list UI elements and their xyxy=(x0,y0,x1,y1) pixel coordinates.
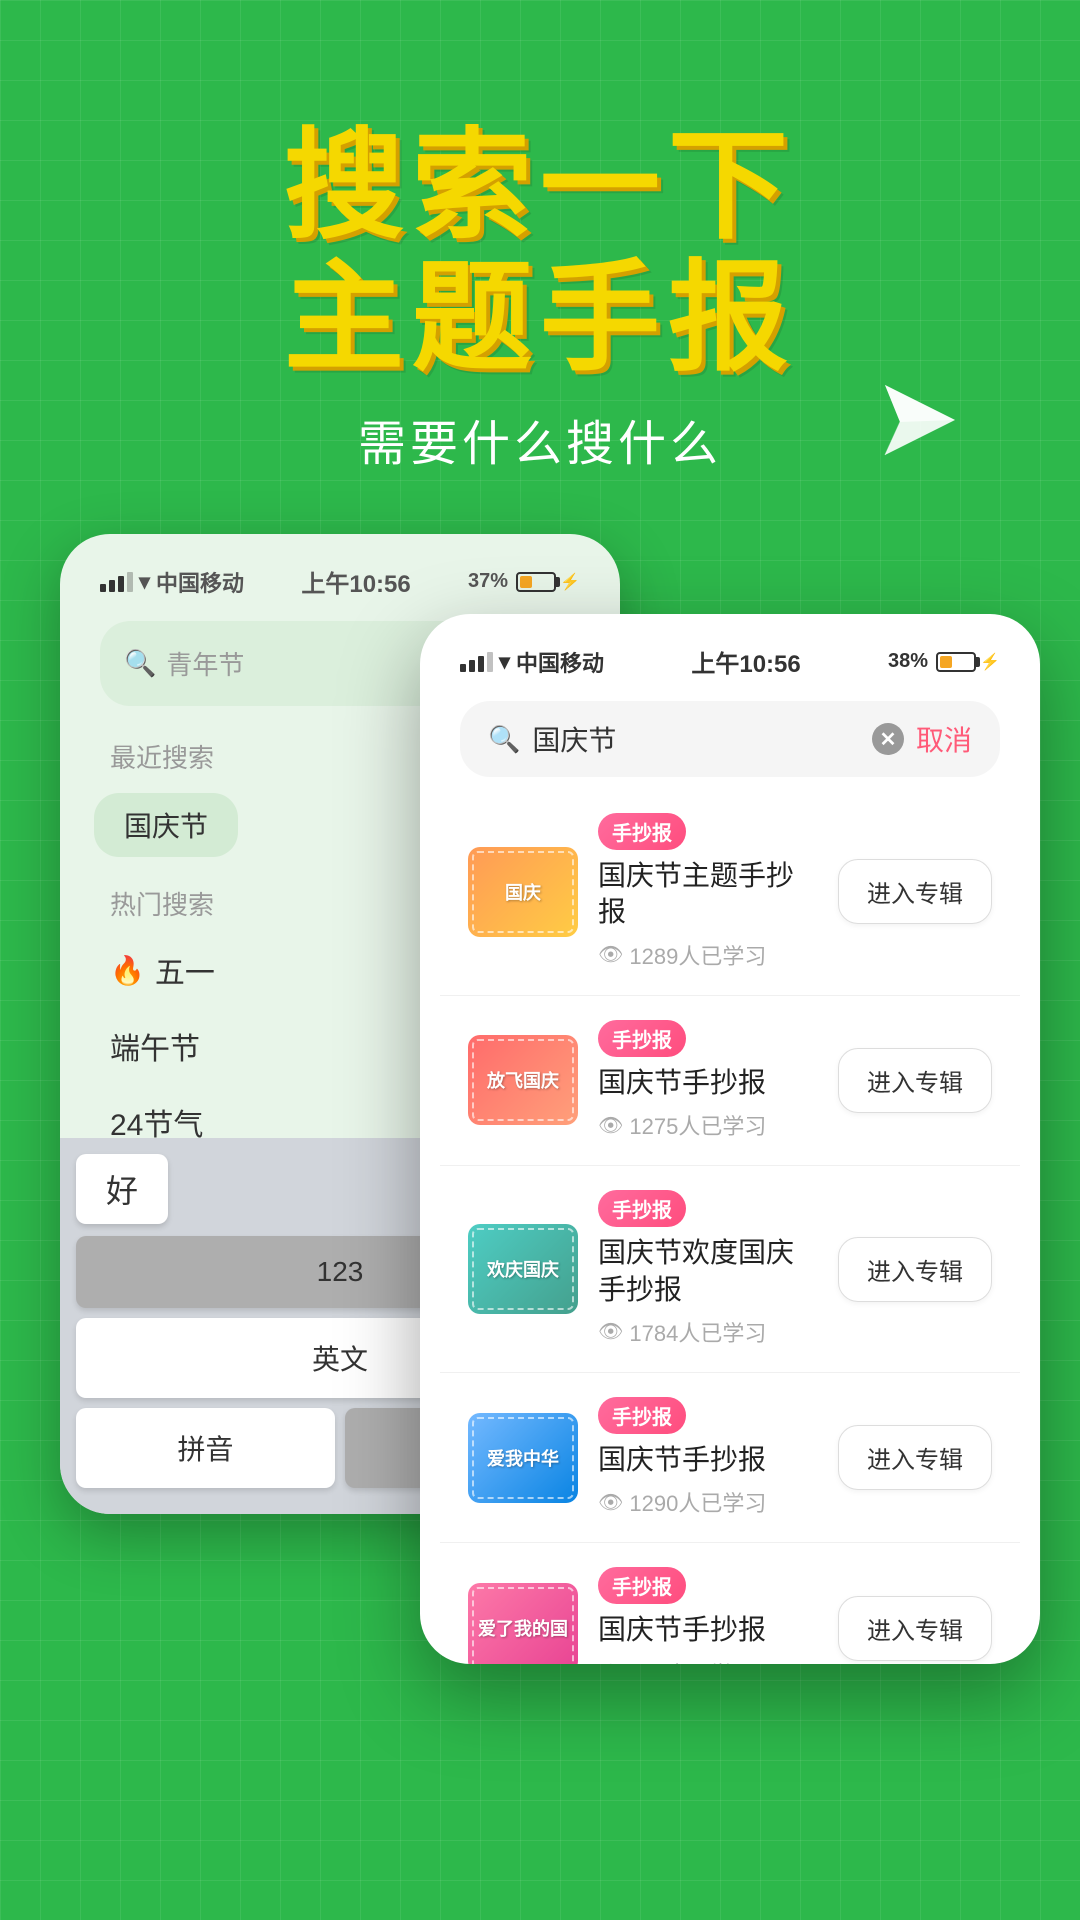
signal-bars xyxy=(100,572,133,592)
bolt-icon: ⚡ xyxy=(560,572,580,592)
result-info: 手抄报 国庆节欢度国庆手抄报 👁1784人已学习 xyxy=(598,1190,818,1348)
result-item[interactable]: 国庆 手抄报 国庆节主题手抄报 👁1289人已学习 进入专辑 xyxy=(440,789,1020,996)
battery-icon xyxy=(516,572,556,592)
eye-icon: 👁 xyxy=(598,942,623,967)
front-bolt-icon: ⚡ xyxy=(980,652,1000,672)
kb-label-hao[interactable]: 好 xyxy=(76,1154,168,1224)
back-status-left: ▾ 中国移动 xyxy=(100,566,244,598)
result-item[interactable]: 放飞国庆 手抄报 国庆节手抄报 👁1275人已学习 进入专辑 xyxy=(440,996,1020,1166)
front-status-left: ▾ 中国移动 xyxy=(460,646,604,678)
paper-plane-icon xyxy=(880,380,960,460)
result-badge: 手抄报 xyxy=(598,1190,686,1227)
result-badge: 手抄报 xyxy=(598,1020,686,1057)
result-info: 手抄报 国庆节手抄报 👁1275人已学习 xyxy=(598,1020,818,1141)
front-battery-container: ⚡ xyxy=(936,652,1000,672)
eye-icon: 👁 xyxy=(598,1113,623,1138)
front-search-icon: 🔍 xyxy=(488,724,520,755)
result-meta: 👁1290人已学习 xyxy=(598,1486,818,1518)
back-status-right: 37% ⚡ xyxy=(468,570,580,593)
result-meta: 👁1289人已学习 xyxy=(598,939,818,971)
kb-key-pinyin[interactable]: 拼音 xyxy=(76,1408,335,1488)
front-signal-bars xyxy=(460,652,493,672)
back-search-placeholder: 青年节 xyxy=(166,645,454,682)
result-thumb: 爱我中华 xyxy=(468,1413,578,1503)
enter-album-button[interactable]: 进入专辑 xyxy=(838,1596,992,1661)
front-cancel-button[interactable]: 取消 xyxy=(916,719,972,759)
front-search-bar[interactable]: 🔍 国庆节 ✕ 取消 xyxy=(460,701,1000,777)
front-status-right: 38% ⚡ xyxy=(888,650,1000,673)
wifi-icon: ▾ xyxy=(139,569,150,595)
back-carrier: 中国移动 xyxy=(156,566,244,598)
phones-area: ▾ 中国移动 上午10:56 37% ⚡ 🔍 青年节 取消 最近搜索 xyxy=(40,534,1040,1634)
result-badge: 手抄报 xyxy=(598,1397,686,1434)
back-status-bar: ▾ 中国移动 上午10:56 37% ⚡ xyxy=(80,554,600,609)
recent-tag-guoqing[interactable]: 国庆节 xyxy=(94,793,238,857)
eye-icon: 👁 xyxy=(598,1660,623,1664)
result-item[interactable]: 欢庆国庆 手抄报 国庆节欢度国庆手抄报 👁1784人已学习 进入专辑 xyxy=(440,1166,1020,1373)
result-info: 手抄报 国庆节手抄报 👁1290人已学习 xyxy=(598,1397,818,1518)
result-thumb: 爱了我的国 xyxy=(468,1583,578,1664)
front-search-query[interactable]: 国庆节 xyxy=(532,719,860,759)
enter-album-button[interactable]: 进入专辑 xyxy=(838,1237,992,1302)
result-item[interactable]: 爱了我的国 手抄报 国庆节手抄报 👁382人已学习 进入专辑 xyxy=(440,1543,1020,1664)
result-title: 国庆节手抄报 xyxy=(598,1442,818,1478)
eye-icon: 👁 xyxy=(598,1319,623,1344)
result-info: 手抄报 国庆节主题手抄报 👁1289人已学习 xyxy=(598,813,818,971)
result-badge: 手抄报 xyxy=(598,813,686,850)
result-thumb: 国庆 xyxy=(468,847,578,937)
result-thumb: 欢庆国庆 xyxy=(468,1224,578,1314)
fire-icon: 🔥 xyxy=(110,954,145,987)
result-thumb: 放飞国庆 xyxy=(468,1035,578,1125)
result-title: 国庆节手抄报 xyxy=(598,1065,818,1101)
front-battery-pct: 38% xyxy=(888,650,928,673)
enter-album-button[interactable]: 进入专辑 xyxy=(838,1425,992,1490)
result-item[interactable]: 爱我中华 手抄报 国庆节手抄报 👁1290人已学习 进入专辑 xyxy=(440,1373,1020,1543)
phone-front: ▾ 中国移动 上午10:56 38% ⚡ 🔍 国庆节 ✕ 取消 xyxy=(420,614,1040,1664)
front-time: 上午10:56 xyxy=(691,644,800,679)
result-title: 国庆节主题手抄报 xyxy=(598,858,818,931)
back-time: 上午10:56 xyxy=(301,564,410,599)
search-icon: 🔍 xyxy=(124,648,156,679)
enter-album-button[interactable]: 进入专辑 xyxy=(838,859,992,924)
result-title: 国庆节手抄报 xyxy=(598,1612,818,1648)
clear-search-button[interactable]: ✕ xyxy=(872,723,904,755)
back-battery-pct: 37% xyxy=(468,570,508,593)
front-wifi-icon: ▾ xyxy=(499,649,510,675)
result-badge: 手抄报 xyxy=(598,1567,686,1604)
hero-title-line1: 搜索一下 xyxy=(0,120,1080,252)
eye-icon: 👁 xyxy=(598,1490,623,1515)
enter-album-button[interactable]: 进入专辑 xyxy=(838,1048,992,1113)
front-status-bar: ▾ 中国移动 上午10:56 38% ⚡ xyxy=(440,634,1020,689)
result-title: 国庆节欢度国庆手抄报 xyxy=(598,1235,818,1308)
result-info: 手抄报 国庆节手抄报 👁382人已学习 xyxy=(598,1567,818,1664)
result-list: 国庆 手抄报 国庆节主题手抄报 👁1289人已学习 进入专辑 放飞国庆 手抄报 … xyxy=(440,789,1020,1664)
result-meta: 👁1784人已学习 xyxy=(598,1316,818,1348)
front-carrier: 中国移动 xyxy=(516,646,604,678)
result-meta: 👁1275人已学习 xyxy=(598,1109,818,1141)
hero-title-line2: 主题手报 xyxy=(0,252,1080,384)
battery-container: ⚡ xyxy=(516,572,580,592)
result-meta: 👁382人已学习 xyxy=(598,1657,818,1664)
front-battery-icon xyxy=(936,652,976,672)
